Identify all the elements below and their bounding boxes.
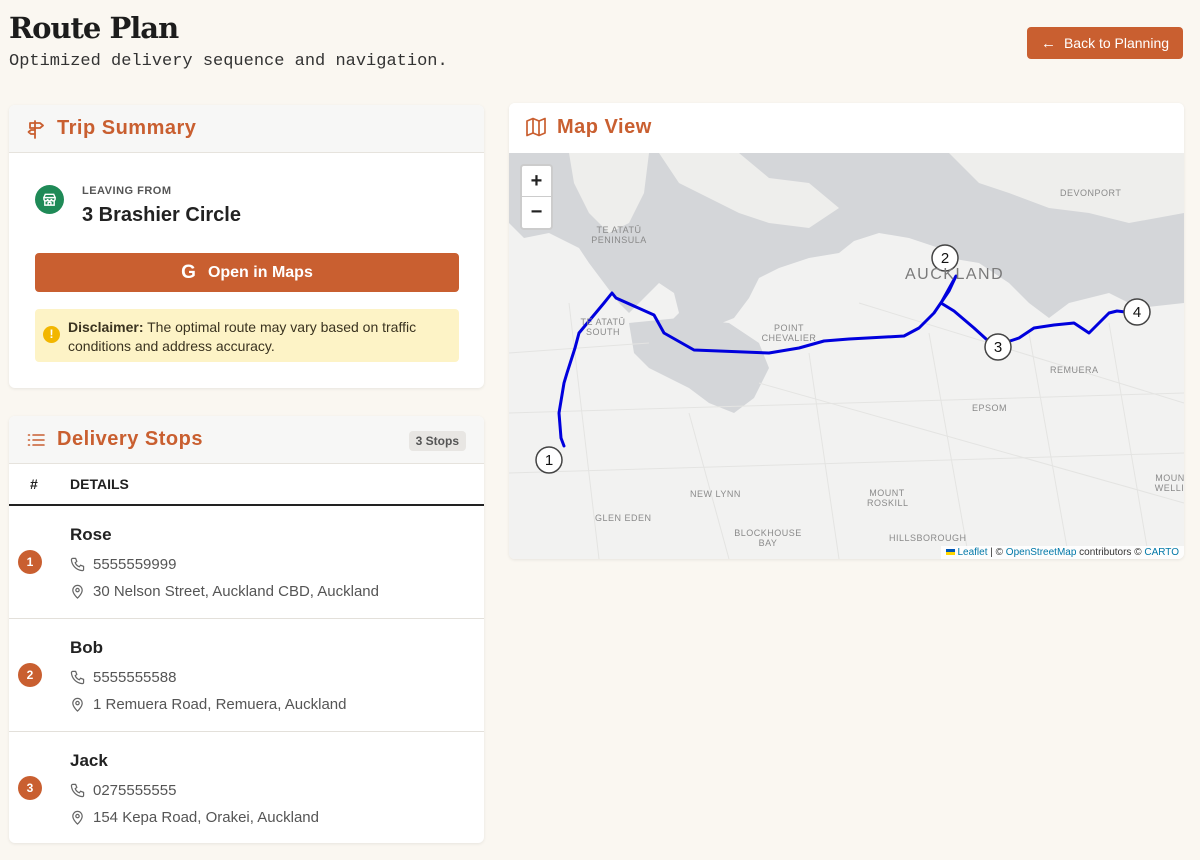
map-pin-icon bbox=[72, 584, 83, 599]
route-marker-label: 1 bbox=[545, 452, 553, 469]
stop-address-text: 154 Kepa Road, Orakei, Auckland bbox=[93, 809, 319, 826]
osm-link[interactable]: OpenStreetMap bbox=[1006, 547, 1077, 558]
page-header: Route Plan Optimized delivery sequence a… bbox=[9, 10, 448, 71]
map-label-point-chevalier: POINT CHEVALIER bbox=[761, 323, 817, 343]
stop-address: 1 Remuera Road, Remuera, Auckland bbox=[70, 696, 346, 713]
stop-phone-text: 5555559999 bbox=[93, 556, 177, 573]
map-pin-icon bbox=[72, 697, 83, 712]
stop-number: 3 bbox=[18, 776, 42, 800]
table-row: 2 Bob 5555555588 1 Remuera Road, Remuera… bbox=[9, 619, 484, 732]
phone-icon bbox=[70, 670, 85, 685]
leaving-from-address: 3 Brashier Circle bbox=[82, 204, 241, 226]
phone-icon bbox=[70, 557, 85, 572]
delivery-stops-title: Delivery Stops bbox=[57, 428, 203, 450]
route-marker-3: 3 bbox=[984, 333, 1012, 361]
stop-phone: 5555559999 bbox=[70, 556, 379, 573]
stop-number: 1 bbox=[18, 550, 42, 574]
list-icon bbox=[25, 429, 47, 451]
route-marker-label: 2 bbox=[941, 250, 949, 267]
trip-summary-header: Trip Summary bbox=[9, 105, 484, 153]
phone-icon bbox=[70, 783, 85, 798]
stop-details: Bob 5555555588 1 Remuera Road, Remuera, … bbox=[70, 638, 346, 713]
page-subtitle: Optimized delivery sequence and navigati… bbox=[9, 52, 448, 71]
map-view-card: Map View 1 2 3 4 TE ATATŪ PENINSULA TE A… bbox=[509, 103, 1184, 559]
stop-phone-text: 0275555555 bbox=[93, 782, 177, 799]
trip-summary-card: Trip Summary LEAVING FROM 3 Brashier Cir… bbox=[9, 105, 484, 388]
route-marker-label: 3 bbox=[994, 339, 1002, 356]
attrib-mid: contributors © bbox=[1076, 547, 1145, 558]
map-tiles: 1 2 3 4 bbox=[509, 153, 1184, 559]
stop-address-text: 1 Remuera Road, Remuera, Auckland bbox=[93, 696, 347, 713]
table-row: 3 Jack 0275555555 154 Kepa Road, Orakei,… bbox=[9, 732, 484, 843]
map-view-title: Map View bbox=[557, 115, 652, 138]
delivery-stops-card: Delivery Stops 3 Stops # DETAILS 1 Rose … bbox=[9, 416, 484, 843]
stop-address-text: 30 Nelson Street, Auckland CBD, Auckland bbox=[93, 583, 379, 600]
store-icon bbox=[35, 185, 64, 214]
map-icon bbox=[525, 116, 547, 138]
stops-count-badge: 3 Stops bbox=[408, 431, 466, 451]
table-row: 1 Rose 5555559999 30 Nelson Street, Auck… bbox=[9, 506, 484, 619]
zoom-out-button[interactable]: − bbox=[522, 197, 551, 228]
col-details: DETAILS bbox=[70, 476, 129, 492]
stop-name: Bob bbox=[70, 638, 104, 657]
stop-details: Jack 0275555555 154 Kepa Road, Orakei, A… bbox=[70, 751, 319, 826]
stops-table-header: # DETAILS bbox=[9, 464, 484, 506]
zoom-in-button[interactable]: + bbox=[522, 166, 551, 197]
leaving-from: LEAVING FROM 3 Brashier Circle bbox=[9, 153, 484, 227]
stop-phone-text: 5555555588 bbox=[93, 669, 177, 686]
map-label-te-atatu-peninsula: TE ATATŪ PENINSULA bbox=[591, 225, 647, 245]
route-marker-1: 1 bbox=[535, 446, 563, 474]
map-label-remuera: REMUERA bbox=[1050, 365, 1099, 375]
disclaimer-box: ! Disclaimer: The optimal route may vary… bbox=[35, 309, 459, 362]
leaflet-link[interactable]: Leaflet bbox=[957, 547, 987, 558]
route-marker-4: 4 bbox=[1123, 298, 1151, 326]
map-label-hillsborough: HILLSBOROUGH bbox=[889, 533, 967, 543]
col-number: # bbox=[30, 476, 38, 492]
map-label-epsom: EPSOM bbox=[972, 403, 1008, 413]
map-view-header: Map View bbox=[509, 103, 1184, 151]
back-to-planning-button[interactable]: ← Back to Planning bbox=[1027, 27, 1183, 59]
map-pin-icon bbox=[72, 810, 83, 825]
map-label-mount-roskill: MOUNT ROSKILL bbox=[867, 488, 909, 508]
route-marker-label: 4 bbox=[1133, 304, 1141, 321]
zoom-control: + − bbox=[520, 164, 553, 230]
arrow-left-icon: ← bbox=[1040, 34, 1056, 52]
trip-summary-title: Trip Summary bbox=[57, 117, 197, 139]
stop-name: Jack bbox=[70, 751, 108, 770]
map-label-mount-wellington: MOUNT WELLIN bbox=[1154, 473, 1184, 493]
page-title: Route Plan bbox=[9, 11, 179, 45]
leaving-from-label: LEAVING FROM bbox=[82, 185, 172, 197]
disclaimer-text: Disclaimer: The optimal route may vary b… bbox=[68, 318, 451, 356]
map-label-glen-eden: GLEN EDEN bbox=[595, 513, 652, 523]
open-in-maps-label: Open in Maps bbox=[207, 263, 313, 281]
stop-phone: 5555555588 bbox=[70, 669, 346, 686]
back-to-planning-label: Back to Planning bbox=[1063, 35, 1170, 51]
carto-link[interactable]: CARTO bbox=[1144, 547, 1179, 558]
ukraine-flag-icon bbox=[945, 549, 955, 556]
attrib-sep: | © bbox=[987, 547, 1006, 558]
stop-details: Rose 5555559999 30 Nelson Street, Auckla… bbox=[70, 525, 379, 600]
map-attribution: Leaflet | © OpenStreetMap contributors ©… bbox=[940, 546, 1184, 559]
signpost-icon bbox=[25, 118, 47, 140]
map-canvas[interactable]: 1 2 3 4 TE ATATŪ PENINSULA TE ATATŪ SOUT… bbox=[509, 153, 1184, 559]
stop-address: 30 Nelson Street, Auckland CBD, Auckland bbox=[70, 583, 379, 600]
open-in-maps-button[interactable]: G Open in Maps bbox=[35, 253, 459, 292]
stop-phone: 0275555555 bbox=[70, 782, 319, 799]
delivery-stops-header: Delivery Stops 3 Stops bbox=[9, 416, 484, 464]
map-label-new-lynn: NEW LYNN bbox=[690, 489, 741, 499]
map-label-blockhouse-bay: BLOCKHOUSE BAY bbox=[734, 528, 802, 548]
google-icon: G bbox=[181, 261, 196, 283]
stop-address: 154 Kepa Road, Orakei, Auckland bbox=[70, 809, 319, 826]
warning-icon: ! bbox=[43, 326, 60, 343]
map-label-auckland: AUCKLAND bbox=[905, 266, 1005, 283]
stop-number: 2 bbox=[18, 663, 42, 687]
map-label-devonport: DEVONPORT bbox=[1060, 188, 1122, 198]
map-label-te-atatu-south: TE ATATŪ SOUTH bbox=[580, 317, 626, 337]
disclaimer-bold: Disclaimer: bbox=[68, 319, 144, 335]
stop-name: Rose bbox=[70, 525, 112, 544]
